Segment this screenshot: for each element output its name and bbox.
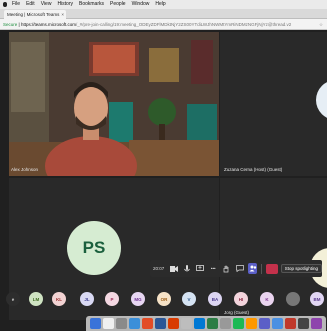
app-icon[interactable] (194, 318, 205, 329)
secure-label: Secure (3, 22, 18, 27)
more-actions-icon[interactable]: ••• (209, 263, 218, 274)
participant-name: Alex Johnson (11, 167, 39, 172)
participant-avatar[interactable]: JL (80, 292, 94, 306)
url-host: https://teams.microsoft.com (20, 22, 76, 27)
browser-tab[interactable]: Meeting | Microsoft Teams × (4, 10, 66, 19)
call-controls: 20:07 ••• Stop spotlighting (150, 260, 322, 277)
participant-avatar[interactable]: MG (131, 292, 145, 306)
participant-avatar[interactable]: BA (208, 292, 222, 306)
avatar (316, 80, 327, 120)
close-icon[interactable]: × (61, 10, 64, 19)
stop-spotlighting-button[interactable]: Stop spotlighting (280, 264, 322, 273)
video-tile-presenter[interactable]: Alex Johnson (9, 32, 219, 176)
app-icon[interactable] (155, 318, 166, 329)
participant-avatar[interactable]: BM (310, 292, 324, 306)
menu-view[interactable]: View (41, 0, 52, 9)
meeting-stage: Alex Johnson Zuzana Cerna (Host) (Guest)… (0, 30, 327, 330)
menu-bar: File Edit View History Bookmarks People … (0, 0, 327, 9)
star-icon[interactable]: ☆ (319, 19, 323, 29)
video-tile-host[interactable]: Zuzana Cerna (Host) (Guest) (220, 32, 327, 176)
participant-avatar[interactable]: HI (234, 292, 248, 306)
participant-avatar[interactable]: KL (52, 292, 66, 306)
app-icon[interactable] (168, 318, 179, 329)
menu-bookmarks[interactable]: Bookmarks (79, 0, 104, 9)
participant-avatar[interactable]: OR (157, 292, 171, 306)
app-icon[interactable] (285, 318, 296, 329)
call-timer: 20:07 (153, 266, 165, 271)
menu-file[interactable]: File (12, 0, 20, 9)
illustrator-icon[interactable] (142, 318, 153, 329)
participant-avatar[interactable]: P (105, 292, 119, 306)
menu-history[interactable]: History (57, 0, 73, 9)
camera-icon[interactable] (169, 263, 178, 274)
participant-avatar[interactable]: LM (29, 292, 43, 306)
finder-icon[interactable] (90, 318, 101, 329)
app-icon[interactable] (129, 318, 140, 329)
divider (261, 263, 263, 274)
participant-name: Jorg (Guest) (224, 310, 250, 315)
tab-bar: Meeting | Microsoft Teams × (0, 9, 327, 19)
menu-people[interactable]: People (110, 0, 126, 9)
app-icon[interactable] (103, 318, 114, 329)
tab-title: Meeting | Microsoft Teams (7, 12, 60, 17)
menu-help[interactable]: Help (155, 0, 165, 9)
app-icon[interactable] (298, 318, 309, 329)
microphone-icon[interactable] (182, 263, 191, 274)
participant-name: Zuzana Cerna (Host) (Guest) (224, 167, 283, 172)
participant-avatar[interactable]: K (260, 292, 274, 306)
url-path: /_#/pre-join-calling/19:meeting_ODEyZDFl… (75, 22, 292, 27)
app-icon[interactable] (220, 318, 231, 329)
menu-window[interactable]: Window (132, 0, 150, 9)
apple-icon[interactable] (3, 2, 7, 7)
participants-icon[interactable] (248, 263, 258, 274)
avatar: PS (67, 221, 121, 275)
app-icon[interactable] (246, 318, 257, 329)
participant-avatar-row: e LM KL JL P MG OR V BA HI K BM (0, 292, 327, 308)
hang-up-button[interactable] (266, 263, 278, 274)
app-icon[interactable] (207, 318, 218, 329)
app-icon[interactable] (311, 318, 322, 329)
address-bar[interactable]: Secure | https://teams.microsoft.com/_#/… (0, 19, 327, 30)
share-screen-icon[interactable] (196, 263, 205, 274)
presenter-video (9, 32, 219, 176)
participant-avatar[interactable] (286, 292, 300, 306)
app-icon[interactable] (181, 318, 192, 329)
raise-hand-icon[interactable] (222, 263, 231, 274)
participant-avatar[interactable]: V (182, 292, 196, 306)
menu-edit[interactable]: Edit (26, 0, 35, 9)
participant-avatar[interactable]: e (6, 292, 20, 306)
spotify-icon[interactable] (233, 318, 244, 329)
app-icon[interactable] (116, 318, 127, 329)
teams-icon[interactable] (259, 318, 270, 329)
macos-dock (86, 316, 326, 331)
chat-icon[interactable] (235, 263, 244, 274)
app-icon[interactable] (272, 318, 283, 329)
